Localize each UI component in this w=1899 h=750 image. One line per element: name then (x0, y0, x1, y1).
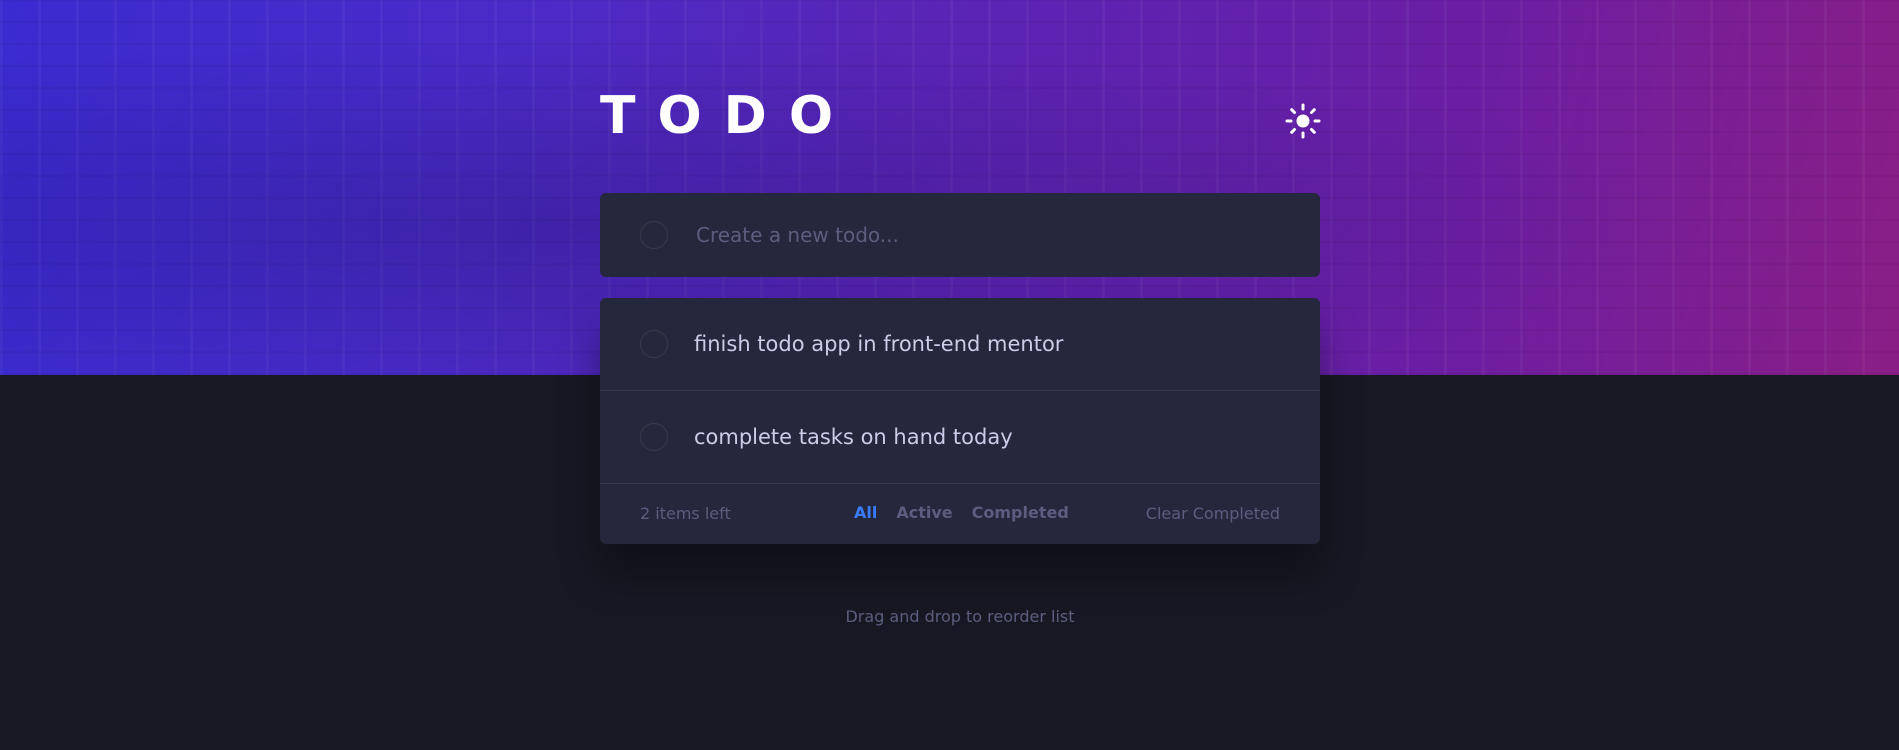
todo-check-circle[interactable] (640, 423, 668, 451)
todo-text: complete tasks on hand today (694, 425, 1013, 449)
new-todo-check-circle[interactable] (640, 221, 668, 249)
new-todo-form (600, 193, 1320, 277)
list-item[interactable]: complete tasks on hand today (600, 391, 1320, 484)
filter-active[interactable]: Active (896, 503, 952, 522)
sun-icon (1285, 103, 1321, 139)
filter-completed[interactable]: Completed (972, 503, 1069, 522)
todo-text: finish todo app in front-end mentor (694, 332, 1064, 356)
theme-toggle-button[interactable] (1285, 103, 1321, 139)
filter-all[interactable]: All (854, 503, 877, 522)
todo-footer: 2 items left All Active Completed Clear … (600, 484, 1320, 544)
filter-tabs: All Active Completed (854, 503, 1069, 522)
todo-list: finish todo app in front-end mentor comp… (600, 298, 1320, 544)
clear-completed-button[interactable]: Clear Completed (1146, 504, 1280, 523)
reorder-hint: Drag and drop to reorder list (845, 607, 1075, 626)
todo-check-circle[interactable] (640, 330, 668, 358)
list-item[interactable]: finish todo app in front-end mentor (600, 298, 1320, 391)
page-title: TODO (600, 86, 856, 146)
items-left-count: 2 items left (640, 504, 731, 523)
new-todo-input[interactable] (694, 222, 1258, 248)
